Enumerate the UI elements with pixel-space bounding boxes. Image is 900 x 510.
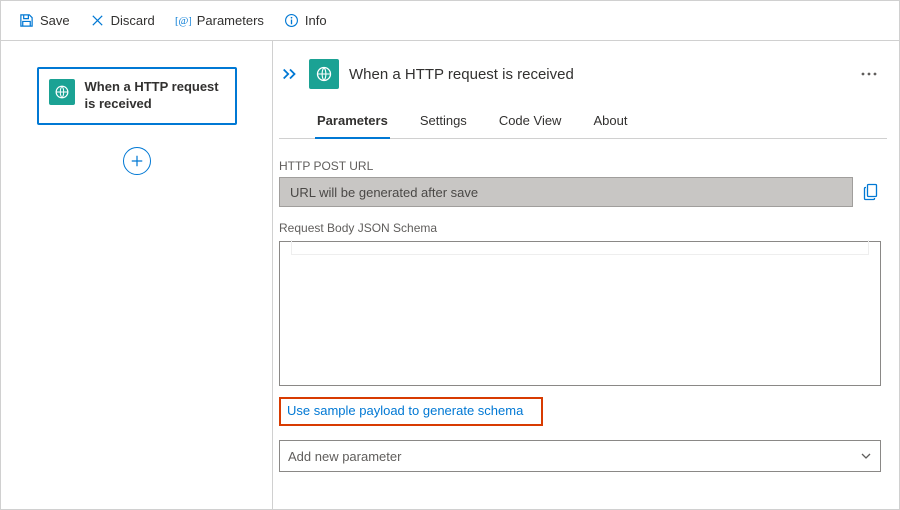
detail-header: When a HTTP request is received — [279, 59, 887, 95]
save-icon — [19, 13, 34, 28]
sample-payload-highlight: Use sample payload to generate schema — [279, 397, 543, 426]
trigger-card-title: When a HTTP request is received — [85, 79, 225, 113]
discard-button[interactable]: Discard — [82, 9, 163, 32]
discard-icon — [90, 13, 105, 28]
info-button[interactable]: Info — [276, 9, 335, 32]
add-parameter-label: Add new parameter — [288, 449, 401, 464]
chevron-double-right-icon — [281, 67, 299, 81]
tab-codeview[interactable]: Code View — [497, 105, 564, 138]
detail-pane: When a HTTP request is received Paramete… — [273, 41, 899, 509]
add-step-button[interactable] — [123, 147, 151, 175]
detail-title: When a HTTP request is received — [349, 66, 574, 83]
app-window: Save Discard [@] Parameters Info — [0, 0, 900, 510]
http-url-value: URL will be generated after save — [290, 185, 478, 200]
schema-textarea[interactable] — [279, 241, 881, 386]
tab-about[interactable]: About — [591, 105, 629, 138]
parameters-label: Parameters — [197, 13, 264, 28]
main-split: When a HTTP request is received When a H… — [1, 41, 899, 509]
detail-tabs: Parameters Settings Code View About — [279, 95, 887, 139]
add-parameter-dropdown[interactable]: Add new parameter — [279, 440, 881, 472]
parameters-button[interactable]: [@] Parameters — [167, 9, 272, 32]
plus-icon — [130, 154, 144, 168]
schema-box-wrap — [279, 239, 881, 389]
use-sample-payload-link[interactable]: Use sample payload to generate schema — [287, 403, 523, 418]
parameters-panel: HTTP POST URL URL will be generated afte… — [279, 139, 887, 501]
http-url-field: URL will be generated after save — [279, 177, 853, 207]
more-horizontal-icon — [861, 72, 877, 76]
tab-parameters[interactable]: Parameters — [315, 105, 390, 138]
info-label: Info — [305, 13, 327, 28]
info-icon — [284, 13, 299, 28]
parameters-icon: [@] — [175, 13, 191, 28]
http-trigger-icon — [309, 59, 339, 89]
chevron-down-icon — [860, 450, 872, 462]
copy-icon — [863, 183, 879, 201]
copy-url-button[interactable] — [861, 181, 881, 203]
http-url-label: HTTP POST URL — [279, 159, 881, 173]
save-label: Save — [40, 13, 70, 28]
more-menu-button[interactable] — [855, 70, 883, 78]
svg-text:[@]: [@] — [175, 16, 191, 27]
http-url-row: URL will be generated after save — [279, 177, 881, 207]
command-bar: Save Discard [@] Parameters Info — [1, 1, 899, 41]
collapse-button[interactable] — [281, 67, 299, 81]
trigger-card[interactable]: When a HTTP request is received — [37, 67, 237, 125]
save-button[interactable]: Save — [11, 9, 78, 32]
schema-label: Request Body JSON Schema — [279, 221, 881, 235]
discard-label: Discard — [111, 13, 155, 28]
http-trigger-icon — [49, 79, 75, 105]
designer-canvas: When a HTTP request is received — [1, 41, 273, 509]
tab-settings[interactable]: Settings — [418, 105, 469, 138]
